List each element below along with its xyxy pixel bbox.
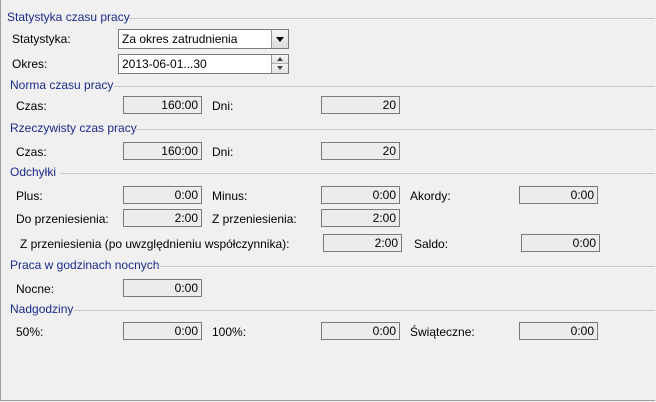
z-przeniesienia-value: 2:00: [321, 209, 400, 227]
statystyka-select[interactable]: Za okres zatrudnienia: [118, 29, 289, 49]
akordy-value: 0:00: [519, 186, 598, 204]
okres-field[interactable]: 2013-06-01...30: [118, 54, 289, 74]
nadgodziny-100-label: 100%:: [212, 325, 247, 339]
statystyka-label: Statystyka:: [12, 32, 71, 46]
minus-value: 0:00: [321, 186, 400, 204]
nadgodziny-100-value: 0:00: [321, 322, 400, 340]
spin-down-button[interactable]: [272, 64, 288, 73]
z-przeniesienia-wsp-value: 2:00: [323, 234, 402, 252]
section-divider: [128, 18, 655, 19]
nadgodziny-50-label: 50%:: [16, 325, 44, 339]
rzeczywisty-czas-label: Czas:: [16, 145, 47, 159]
statystyka-select-value: Za okres zatrudnienia: [122, 32, 238, 46]
norma-czas-value: 160:00: [123, 96, 202, 114]
section-divider: [74, 310, 655, 311]
arrow-down-icon: [277, 66, 283, 70]
section-divider: [156, 266, 655, 267]
saldo-label: Saldo:: [414, 237, 449, 251]
section-title-norma: Norma czasu pracy: [10, 78, 114, 92]
do-przeniesienia-label: Do przeniesienia:: [16, 212, 109, 226]
nocne-label: Nocne:: [16, 282, 55, 296]
section-title-statystyka: Statystyka czasu pracy: [7, 10, 130, 24]
norma-dni-label: Dni:: [212, 99, 234, 113]
section-divider: [114, 86, 655, 87]
norma-dni-value: 20: [321, 96, 400, 114]
nadgodziny-50-value: 0:00: [123, 322, 202, 340]
nocne-value: 0:00: [123, 279, 202, 297]
section-divider: [60, 173, 655, 174]
section-title-nadgodziny: Nadgodziny: [10, 302, 74, 316]
z-przeniesienia-wsp-label: Z przeniesienia (po uwzględnieniu współc…: [20, 237, 290, 251]
swiateczne-value: 0:00: [519, 322, 598, 340]
rzeczywisty-czas-value: 160:00: [123, 142, 202, 160]
saldo-value: 0:00: [521, 234, 600, 252]
okres-spinner[interactable]: [271, 55, 288, 73]
minus-label: Minus:: [212, 189, 248, 203]
chevron-down-icon: [276, 37, 284, 42]
plus-value: 0:00: [123, 186, 202, 204]
do-przeniesienia-value: 2:00: [123, 209, 202, 227]
okres-label: Okres:: [12, 57, 48, 71]
swiateczne-label: Świąteczne:: [410, 325, 475, 339]
norma-czas-label: Czas:: [16, 99, 47, 113]
akordy-label: Akordy:: [410, 189, 451, 203]
z-przeniesienia-label: Z przeniesienia:: [212, 212, 297, 226]
rzeczywisty-dni-label: Dni:: [212, 145, 234, 159]
spin-up-button[interactable]: [272, 55, 288, 64]
okres-value: 2013-06-01...30: [122, 57, 207, 71]
plus-label: Plus:: [16, 189, 43, 203]
section-title-nocne: Praca w godzinach nocnych: [10, 258, 160, 272]
dropdown-button[interactable]: [271, 30, 288, 48]
section-divider: [134, 129, 655, 130]
arrow-up-icon: [277, 57, 283, 61]
section-title-odchylki: Odchyłki: [10, 165, 57, 179]
section-title-rzeczywisty: Rzeczywisty czas pracy: [10, 121, 137, 135]
rzeczywisty-dni-value: 20: [321, 142, 400, 160]
